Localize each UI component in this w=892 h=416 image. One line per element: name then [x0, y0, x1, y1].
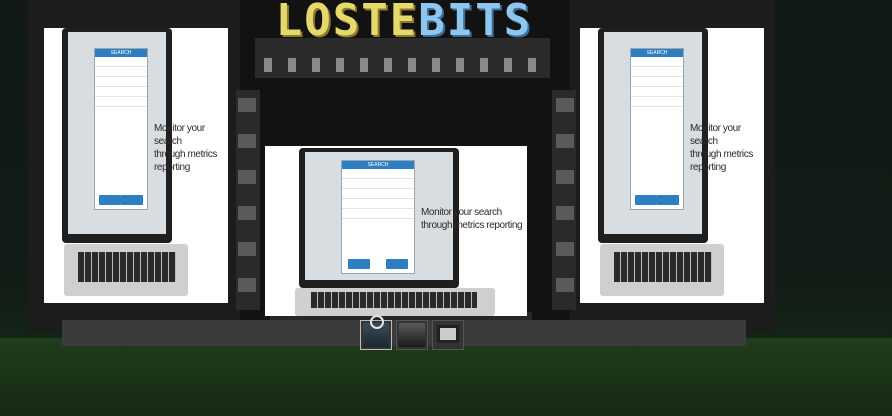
truss-light [288, 58, 296, 72]
dialog-button [121, 195, 143, 205]
pillar-block [238, 134, 256, 148]
center-screen: SEARCH Monitor your search through metri… [265, 146, 527, 316]
dialog-title: SEARCH [631, 49, 683, 57]
laptop-keyboard [311, 292, 477, 308]
hotbar-slot-2[interactable] [396, 320, 428, 350]
caption-line-1: Monitor your search [421, 207, 502, 218]
truss-light [264, 58, 272, 72]
logo-text-yellow: LOSTE [275, 0, 419, 46]
hotbar-slot-3[interactable] [432, 320, 464, 350]
game-scene: LOSTE BITS SEARCH Monitor your search thr… [0, 0, 892, 416]
caption-line-2: through metrics reporting [154, 149, 217, 173]
selection-ring-icon [370, 315, 384, 329]
dialog-row [342, 179, 414, 189]
truss-light [504, 58, 512, 72]
caption-line-1: Monitor your search [690, 123, 741, 147]
pillar-block [556, 98, 574, 112]
truss-light [432, 58, 440, 72]
pillar-block [556, 134, 574, 148]
dialog-title: SEARCH [95, 49, 147, 57]
pillar-block [238, 206, 256, 220]
dialog-row [631, 77, 683, 87]
dialog-row [631, 57, 683, 67]
pillar-block [238, 170, 256, 184]
laptop-keyboard [614, 252, 712, 282]
photo-icon [399, 323, 425, 347]
screen-caption: Monitor your search through metrics repo… [690, 122, 764, 174]
truss-light [408, 58, 416, 72]
dialog-row [631, 67, 683, 77]
stage-pillar-left [236, 90, 260, 310]
dialog-button [635, 195, 657, 205]
pillar-block [556, 170, 574, 184]
dialog-button [99, 195, 121, 205]
pillar-block [238, 242, 256, 256]
truss-light [456, 58, 464, 72]
screen-caption: Monitor your search through metrics repo… [421, 206, 525, 232]
stage-logo: LOSTE BITS [268, 0, 540, 46]
caption-line-2: through metrics reporting [421, 220, 523, 231]
laptop-display: SEARCH [604, 32, 702, 234]
truss-light [336, 58, 344, 72]
dialog-row [342, 199, 414, 209]
dialog-row [95, 97, 147, 107]
pillar-block [556, 206, 574, 220]
right-screen: SEARCH Monitor your search through metri… [580, 28, 764, 303]
caption-line-2: through metrics reporting [690, 149, 753, 173]
dialog-title: SEARCH [342, 161, 414, 169]
dialog-row [631, 87, 683, 97]
logo-text-blue: BITS [418, 0, 533, 46]
monitor-icon [437, 325, 459, 343]
truss-light [360, 58, 368, 72]
dialog-button [657, 195, 679, 205]
dialog-button [348, 259, 370, 269]
dialog-row [95, 57, 147, 67]
laptop-display: SEARCH [68, 32, 166, 234]
dialog-row [95, 77, 147, 87]
dialog-row [631, 97, 683, 107]
laptop-keyboard [78, 252, 176, 282]
dialog-row [95, 67, 147, 77]
hotbar [360, 315, 464, 350]
pillar-block [556, 242, 574, 256]
truss-light [480, 58, 488, 72]
pillar-block [238, 278, 256, 292]
dialog-row [342, 169, 414, 179]
dialog-row [342, 189, 414, 199]
pillar-block [238, 98, 256, 112]
stage-pillar-right [552, 90, 576, 310]
caption-line-1: Monitor your search [154, 123, 205, 147]
dialog-row [95, 87, 147, 97]
truss-light [312, 58, 320, 72]
pillar-block [556, 278, 574, 292]
truss-light [528, 58, 536, 72]
screen-caption: Monitor your search through metrics repo… [154, 122, 228, 174]
search-dialog: SEARCH [341, 160, 415, 274]
truss-light [384, 58, 392, 72]
dialog-button [386, 259, 408, 269]
search-dialog: SEARCH [94, 48, 148, 210]
dialog-row [342, 209, 414, 219]
search-dialog: SEARCH [630, 48, 684, 210]
left-screen: SEARCH Monitor your search through metri… [44, 28, 228, 303]
hotbar-slot-1[interactable] [360, 315, 392, 350]
